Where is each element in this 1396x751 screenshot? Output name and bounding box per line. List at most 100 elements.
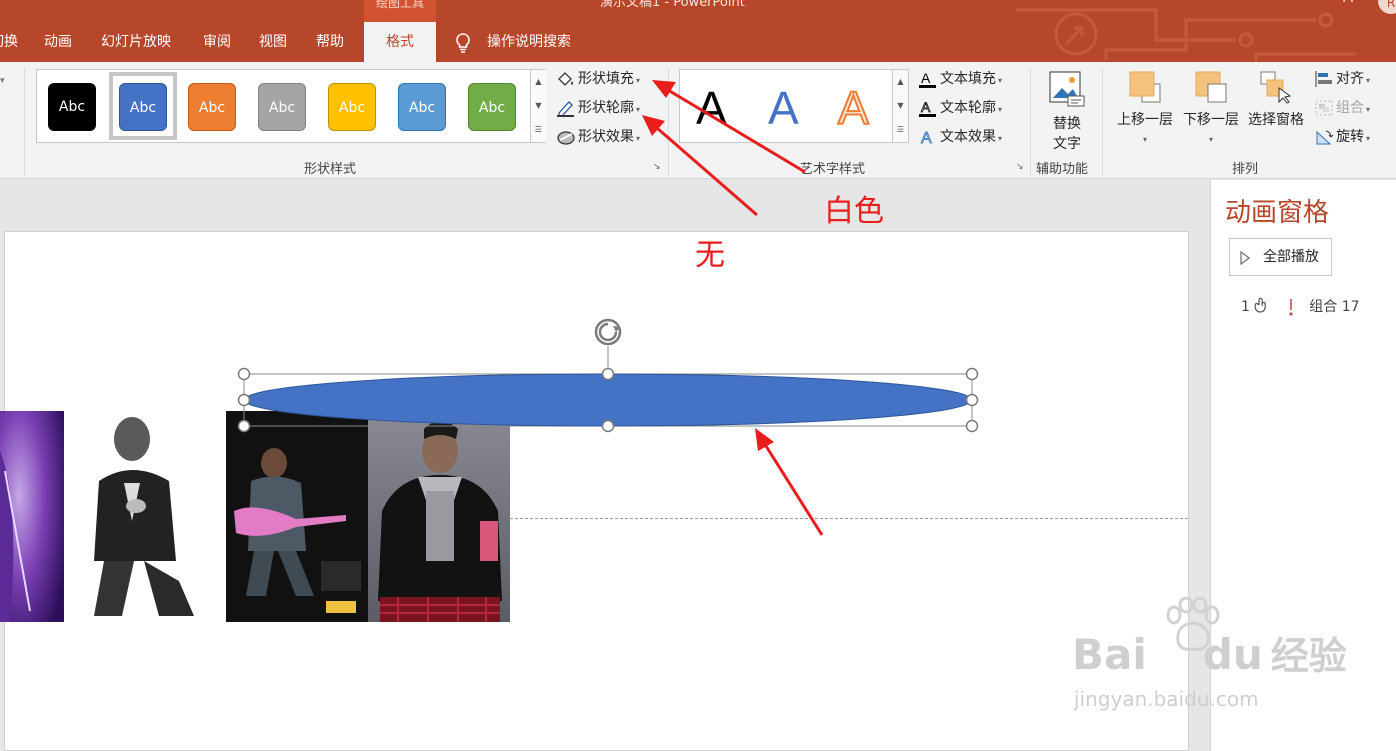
text-outline-button[interactable]: A 文本轮廓 ▾ <box>918 97 1002 119</box>
rotate-handle-icon <box>594 318 622 346</box>
text-effects-label: 文本效果 <box>940 129 996 145</box>
svg-text:A: A <box>921 70 931 86</box>
group-icon <box>1315 100 1333 116</box>
annotation-white: 白色 <box>824 194 884 229</box>
annotation-none: 无 <box>695 238 725 273</box>
play-all-button[interactable]: 全部播放 <box>1229 238 1332 276</box>
tell-me-label: 操作说明搜索 <box>487 34 571 50</box>
tab-help[interactable]: 帮助 <box>316 22 344 62</box>
animation-list-item[interactable]: 1 组合 17 <box>1241 296 1360 317</box>
selection-pane-label: 选择窗格 <box>1248 112 1304 128</box>
shape-effects-label: 形状效果 <box>578 129 634 145</box>
chevron-down-icon: ▾ <box>636 134 641 143</box>
group-button[interactable]: 组合 ▾ <box>1314 97 1370 119</box>
dialog-launcher-icon[interactable]: ↘ <box>1016 162 1026 172</box>
group-divider <box>24 68 25 176</box>
tab-animations[interactable]: 动画 <box>44 22 72 62</box>
title-bar: 绘图工具 演示文稿1 - PowerPoint YY R 切换 动画 幻灯片放映… <box>0 0 1396 62</box>
ribbon: ▾ Abc Abc Abc Abc Abc Abc Abc ▲ ▼ ☰ 形状填充… <box>0 62 1396 179</box>
gallery-scroll-down[interactable]: ▼ <box>892 94 908 118</box>
send-backward-label: 下移一层 <box>1183 112 1239 128</box>
wordart-style-orange-outline[interactable]: A <box>837 78 870 138</box>
gallery-scroll-down[interactable]: ▼ <box>530 94 546 118</box>
rotate-label: 旋转 <box>1336 129 1364 145</box>
dialog-launcher-icon[interactable]: ↘ <box>653 162 663 172</box>
mouse-click-icon <box>1254 297 1267 313</box>
selection-pane-button[interactable]: 选择窗格 <box>1244 70 1308 130</box>
text-effects-icon: A <box>921 130 933 146</box>
text-fill-button[interactable]: A 文本填充 ▾ <box>918 68 1002 90</box>
chevron-down-icon: ▾ <box>636 105 641 114</box>
shape-style-blue[interactable]: Abc <box>119 83 167 131</box>
avatar[interactable]: R <box>1378 0 1396 14</box>
shape-effects-icon <box>557 131 575 145</box>
svg-text:A: A <box>921 130 932 146</box>
jacket-photo <box>368 411 510 622</box>
paint-bucket-icon <box>558 72 573 86</box>
chevron-down-icon: ▾ <box>998 134 1003 143</box>
gallery-scroll-up[interactable]: ▲ <box>892 70 908 94</box>
chevron-down-icon: ▾ <box>1142 135 1147 144</box>
shape-fill-label: 形状填充 <box>578 71 634 87</box>
shape-fill-button[interactable]: 形状填充 ▾ <box>556 68 640 90</box>
shape-style-gray[interactable]: Abc <box>258 83 306 131</box>
tab-format[interactable]: 格式 <box>364 22 436 62</box>
rotate-icon <box>1316 130 1334 145</box>
gallery-more-button[interactable]: ☰ <box>892 118 908 142</box>
align-label: 对齐 <box>1336 71 1364 87</box>
alt-text-label-line2: 文字 <box>1053 136 1081 152</box>
watermark-brand-du: du <box>1202 630 1263 679</box>
concert-photo <box>0 411 64 622</box>
watermark-url: jingyan.baidu.com <box>1074 687 1259 711</box>
shape-style-black[interactable]: Abc <box>48 83 96 131</box>
shape-style-orange[interactable]: Abc <box>188 83 236 131</box>
shape-effects-button[interactable]: 形状效果 ▾ <box>556 126 640 148</box>
portrait-photo-bw <box>64 411 226 622</box>
text-fill-icon: A <box>919 70 936 88</box>
tab-view[interactable]: 视图 <box>259 22 287 62</box>
tab-transitions[interactable]: 切换 <box>0 22 18 62</box>
play-all-label: 全部播放 <box>1263 249 1319 265</box>
wordart-styles-group-label: 艺术字样式 <box>800 162 866 177</box>
align-icon <box>1315 71 1332 87</box>
text-effects-button[interactable]: A 文本效果 ▾ <box>918 126 1002 148</box>
document-title: 演示文稿1 - PowerPoint <box>600 0 745 10</box>
tab-review[interactable]: 审阅 <box>203 22 231 62</box>
animation-item-index: 1 <box>1241 299 1250 315</box>
bring-forward-button[interactable]: 上移一层 ▾ <box>1112 70 1178 150</box>
text-outline-icon: A <box>919 99 936 117</box>
alt-text-label-line1: 替换 <box>1053 116 1081 132</box>
group-divider <box>1030 68 1031 176</box>
lightbulb-icon <box>456 33 470 53</box>
tell-me-search[interactable]: 操作说明搜索 <box>454 22 571 62</box>
user-name: YY <box>1340 0 1356 6</box>
svg-text:A: A <box>921 99 931 115</box>
pencil-icon <box>557 101 574 117</box>
guitar-photo <box>226 411 368 622</box>
gallery-scroll-up[interactable]: ▲ <box>530 70 546 94</box>
text-fill-label: 文本填充 <box>940 71 996 87</box>
wordart-style-black[interactable]: A <box>696 78 727 138</box>
selection-pane-icon <box>1260 71 1292 104</box>
alt-text-button[interactable]: 替换 文字 <box>1040 70 1094 154</box>
send-backward-button[interactable]: 下移一层 ▾ <box>1178 70 1244 150</box>
chevron-down-icon: ▾ <box>1366 105 1371 114</box>
rotate-button[interactable]: 旋转 ▾ <box>1314 126 1370 148</box>
bring-forward-icon <box>1129 71 1161 103</box>
shape-outline-button[interactable]: 形状轮廓 ▾ <box>556 97 640 119</box>
alt-text-icon <box>1049 71 1085 107</box>
watermark-brand-bai: Bai <box>1072 630 1147 679</box>
shape-style-lightblue[interactable]: Abc <box>398 83 446 131</box>
group-label: 组合 <box>1336 100 1364 116</box>
tab-slideshow[interactable]: 幻灯片放映 <box>101 22 171 62</box>
accessibility-group-label: 辅助功能 <box>1036 162 1089 177</box>
wordart-style-blue[interactable]: A <box>768 78 799 138</box>
selected-ellipse-shape[interactable] <box>230 316 990 442</box>
shape-style-gold[interactable]: Abc <box>328 83 376 131</box>
shape-styles-gallery: Abc Abc Abc Abc Abc Abc Abc ▲ ▼ ☰ <box>36 69 546 143</box>
animation-pane-title: 动画窗格 <box>1225 198 1330 228</box>
contextual-tab-group-label: 绘图工具 <box>364 0 436 22</box>
gallery-more-button[interactable]: ☰ <box>530 118 546 142</box>
shape-style-green[interactable]: Abc <box>468 83 516 131</box>
align-button[interactable]: 对齐 ▾ <box>1314 68 1370 90</box>
